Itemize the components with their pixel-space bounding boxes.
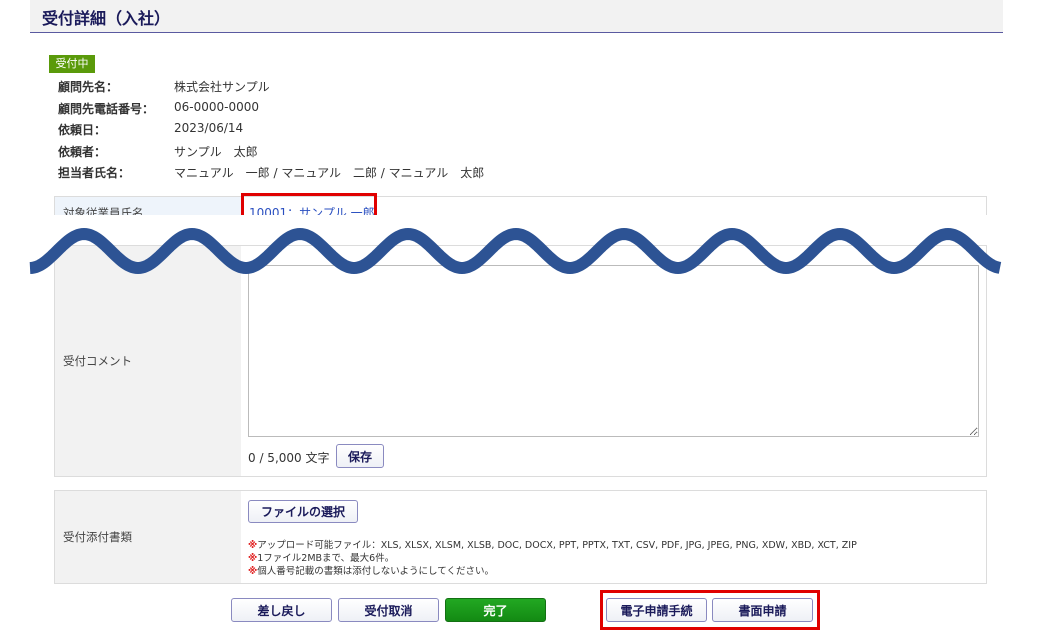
client-name-label: 顧問先名：: [58, 80, 119, 94]
choose-file-button[interactable]: ファイルの選択: [248, 500, 358, 523]
wave-line: [29, 227, 1002, 275]
page-header: 受付詳細（入社）: [30, 0, 1003, 33]
client-phone-value: 06-0000-0000: [174, 100, 260, 114]
request-date-value: 2023/06/14: [174, 121, 244, 135]
request-date-label: 依頼日：: [58, 123, 107, 137]
client-phone-label: 顧問先電話番号：: [58, 102, 155, 116]
client-name-value: 株式会社サンプル: [174, 80, 270, 94]
requester-label: 依頼者：: [58, 145, 107, 159]
assignees-label: 担当者氏名：: [58, 166, 131, 180]
assignees-value: マニュアル 一郎 / マニュアル 二郎 / マニュアル 太郎: [174, 166, 485, 180]
note-personal-number: ※個人番号記載の書類は添付しないようにしてください。: [248, 566, 494, 577]
wave-divider: [29, 215, 1005, 275]
note-file-types: ※アップロード可能ファイル：XLS, XLSX, XLSM, XLSB, DOC…: [248, 540, 857, 551]
cancel-reception-button[interactable]: 受付取消: [338, 598, 439, 622]
requester-value: サンプル 太郎: [174, 145, 258, 159]
attachments-label: 受付添付書類: [55, 491, 241, 583]
comment-counter: 0 / 5,000 文字: [248, 451, 330, 465]
complete-button[interactable]: 完了: [445, 598, 546, 622]
page-title: 受付詳細（入社）: [42, 9, 171, 28]
return-button[interactable]: 差し戻し: [231, 598, 332, 622]
status-badge: 受付中: [49, 55, 95, 73]
save-button[interactable]: 保存: [336, 444, 384, 468]
highlight-application-buttons: [600, 590, 820, 630]
note-size-limit: ※1ファイル2MBまで、最大6件。: [248, 553, 395, 564]
